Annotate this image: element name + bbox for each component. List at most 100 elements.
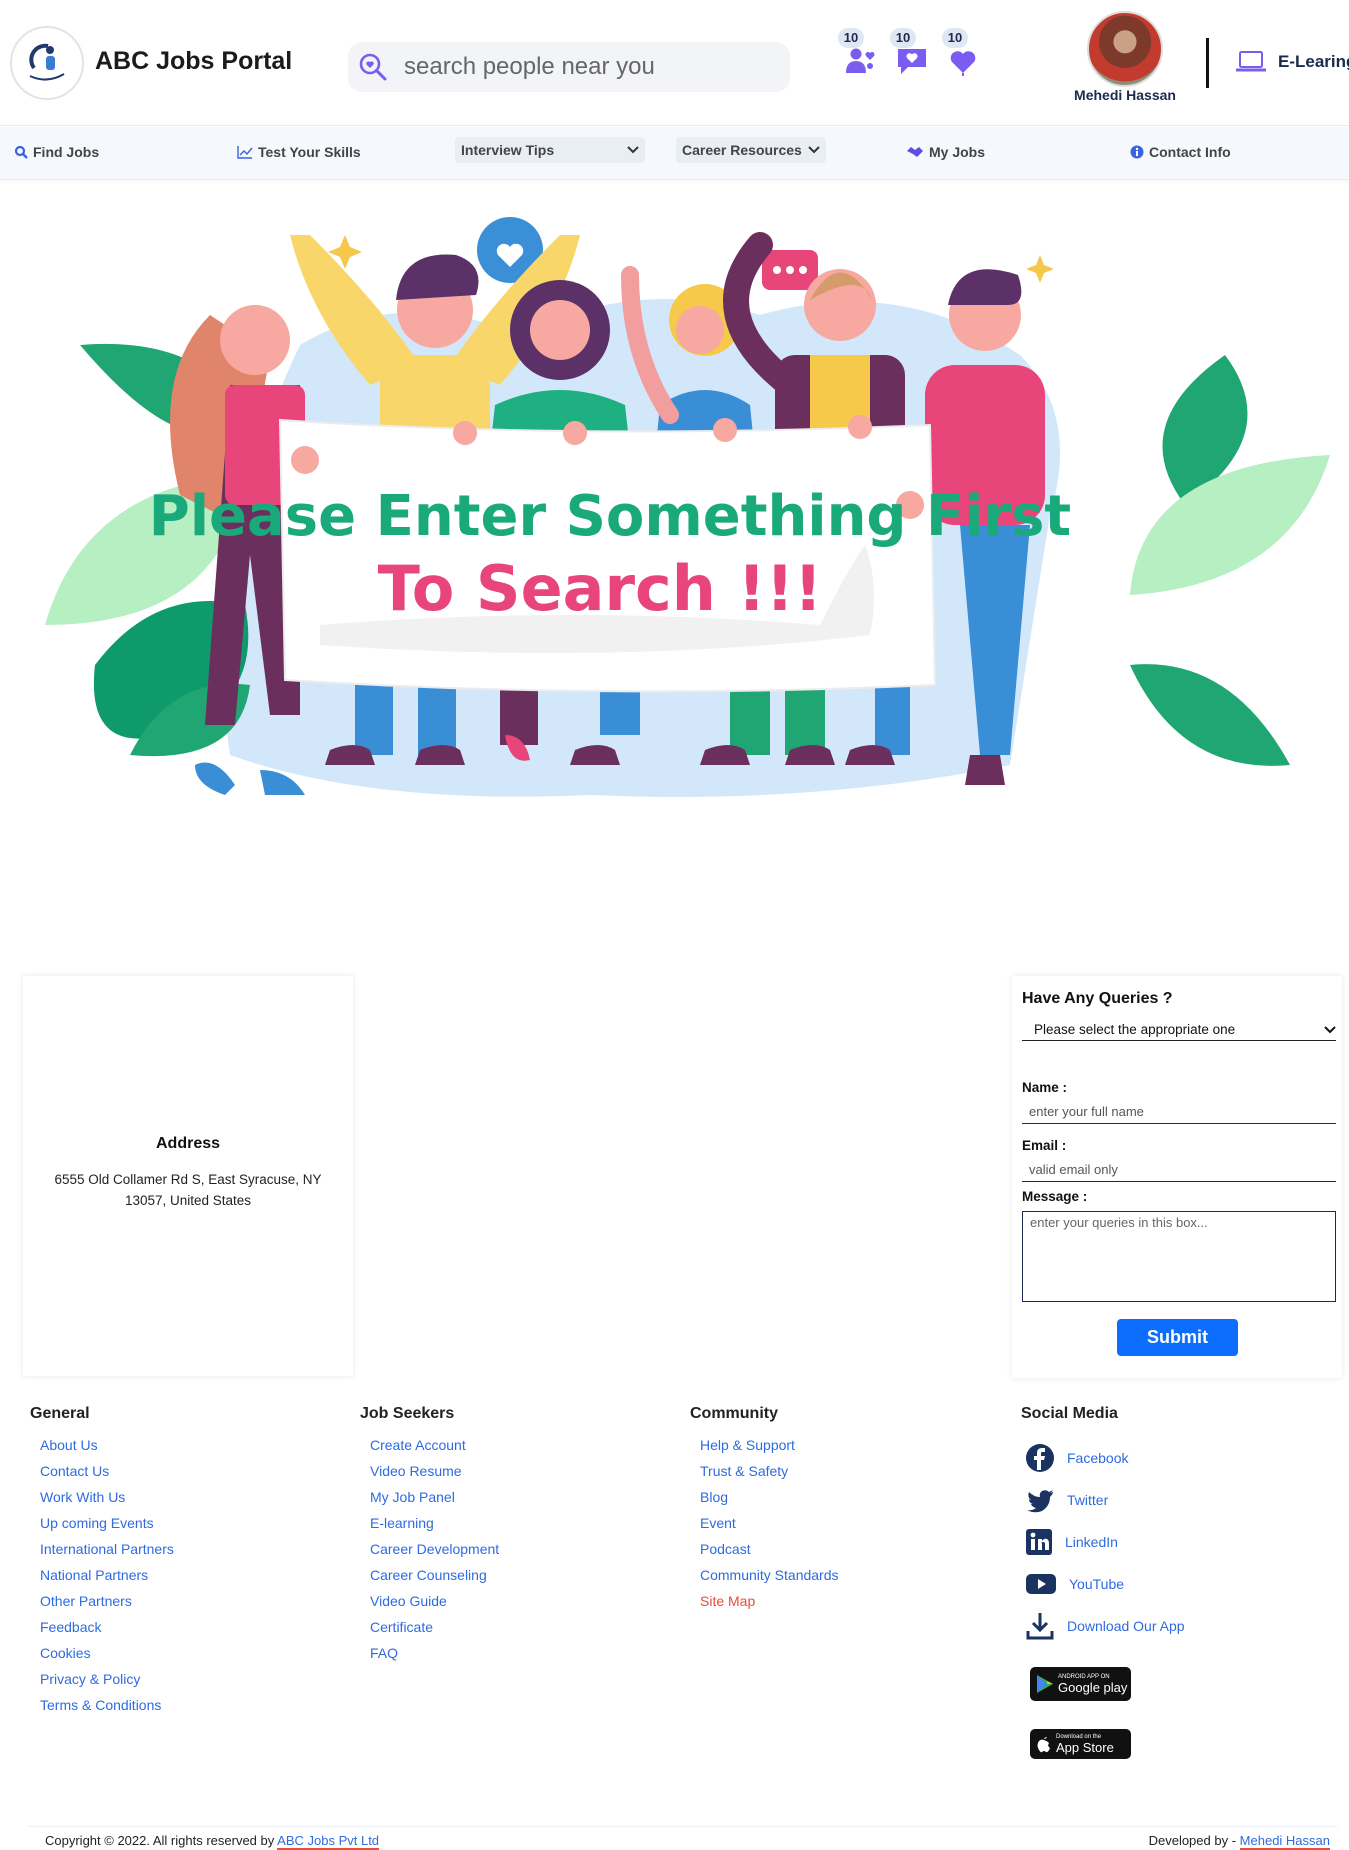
nav-label: Interview Tips: [461, 142, 555, 158]
hero-message-line1: Please Enter Something First: [149, 484, 1071, 549]
name-label: Name :: [1022, 1080, 1068, 1095]
footer-link[interactable]: Event: [700, 1515, 839, 1541]
nav-my-jobs[interactable]: My Jobs: [906, 144, 985, 160]
social-link-facebook[interactable]: Facebook: [1025, 1437, 1185, 1479]
laptop-icon: [1236, 51, 1266, 72]
select-value: Please select the appropriate one: [1034, 1022, 1236, 1037]
social-link-linkedin[interactable]: LinkedIn: [1025, 1521, 1185, 1563]
user-avatar[interactable]: [1087, 11, 1163, 87]
nav-label: Contact Info: [1149, 144, 1231, 160]
nav-test-skills[interactable]: Test Your Skills: [237, 144, 361, 160]
address-text: 6555 Old Collamer Rd S, East Syracuse, N…: [54, 1172, 322, 1208]
query-type-select[interactable]: Please select the appropriate one: [1022, 1019, 1336, 1041]
footer-link[interactable]: National Partners: [40, 1567, 174, 1593]
messages-notification[interactable]: 10: [890, 28, 930, 80]
social-link-twitter[interactable]: Twitter: [1025, 1479, 1185, 1521]
nav-find-jobs[interactable]: Find Jobs: [14, 144, 99, 160]
chevron-down-icon: [627, 146, 639, 154]
footer-link[interactable]: Up coming Events: [40, 1515, 174, 1541]
download-app-link[interactable]: Download Our App: [1025, 1605, 1185, 1647]
footer-general: General About Us Contact Us Work With Us…: [30, 1405, 174, 1723]
linkedin-icon: [1026, 1529, 1052, 1555]
chart-line-icon: [237, 146, 253, 159]
brand-logo[interactable]: [10, 26, 84, 100]
youtube-icon: [1026, 1574, 1056, 1594]
footer-heading: Community: [690, 1405, 778, 1422]
footer-heading: Social Media: [1021, 1405, 1118, 1422]
message-field[interactable]: [1022, 1211, 1336, 1302]
footer-link[interactable]: Work With Us: [40, 1489, 174, 1515]
company-link[interactable]: ABC Jobs Pvt Ltd: [277, 1833, 380, 1850]
copyright-label: Copyright © 2022. All rights reserved by: [45, 1833, 275, 1848]
notification-count: 10: [890, 28, 916, 48]
user-name[interactable]: Mehedi Hassan: [1060, 87, 1190, 103]
social-label: LinkedIn: [1065, 1534, 1118, 1550]
social-link-youtube[interactable]: YouTube: [1025, 1563, 1185, 1605]
google-play-icon: [1037, 1675, 1053, 1693]
friend-requests-notification[interactable]: 10: [838, 28, 878, 80]
footer-link[interactable]: Privacy & Policy: [40, 1671, 174, 1697]
footer-link[interactable]: Cookies: [40, 1645, 174, 1671]
download-icon: [1026, 1613, 1054, 1640]
footer-link[interactable]: E-learning: [370, 1515, 499, 1541]
footer-link[interactable]: About Us: [40, 1437, 174, 1463]
nav-label: Test Your Skills: [258, 144, 361, 160]
footer-heading: General: [30, 1405, 90, 1422]
app-store-badge[interactable]: Download on the App Store: [1030, 1729, 1131, 1759]
footer-link[interactable]: Certificate: [370, 1619, 499, 1645]
footer-link[interactable]: Other Partners: [40, 1593, 174, 1619]
hero-message-line2: To Search !!!: [378, 552, 823, 625]
footer-link[interactable]: Career Development: [370, 1541, 499, 1567]
name-field[interactable]: [1022, 1100, 1336, 1124]
email-field[interactable]: [1022, 1158, 1336, 1182]
google-play-badge[interactable]: ANDROID APP ON Google play: [1030, 1667, 1131, 1701]
search-input[interactable]: [404, 53, 764, 81]
footer-link[interactable]: Feedback: [40, 1619, 174, 1645]
twitter-icon: [1027, 1490, 1053, 1513]
footer-link[interactable]: Trust & Safety: [700, 1463, 839, 1489]
people-heart-icon: [846, 48, 875, 73]
footer-social-media: Social Media Facebook Twitter LinkedIn Y…: [1021, 1405, 1185, 1647]
header-divider: [1206, 38, 1209, 88]
address-title: Address: [155, 1135, 221, 1152]
email-label: Email :: [1022, 1138, 1067, 1153]
footer-link[interactable]: Community Standards: [700, 1567, 839, 1593]
footer-link[interactable]: Contact Us: [40, 1463, 174, 1489]
developer-link[interactable]: Mehedi Hassan: [1239, 1833, 1330, 1850]
footer-link[interactable]: Podcast: [700, 1541, 839, 1567]
footer-link[interactable]: Help & Support: [700, 1437, 839, 1463]
main-nav: Find Jobs Test Your Skills Interview Tip…: [0, 127, 1349, 180]
logo-mark-icon: [17, 33, 77, 93]
footer-link[interactable]: Create Account: [370, 1437, 499, 1463]
badge-big-text: App Store: [1056, 1739, 1114, 1755]
heart-icon: [950, 51, 976, 76]
nav-contact-info[interactable]: Contact Info: [1130, 144, 1231, 160]
search-bar: [348, 42, 790, 92]
footer-link[interactable]: International Partners: [40, 1541, 174, 1567]
likes-notification[interactable]: 10: [942, 28, 982, 80]
footer-link[interactable]: Video Guide: [370, 1593, 499, 1619]
nav-label: Career Resources: [682, 142, 802, 158]
developer-credit: Developed by - Mehedi Hassan: [1148, 1833, 1330, 1850]
footer-link[interactable]: My Job Panel: [370, 1489, 499, 1515]
submit-button[interactable]: Submit: [1117, 1319, 1238, 1356]
chevron-down-icon: [1324, 1025, 1336, 1033]
footer-link[interactable]: Video Resume: [370, 1463, 499, 1489]
footer-link[interactable]: Career Counseling: [370, 1567, 499, 1593]
apple-icon: [1037, 1737, 1050, 1753]
footer-link[interactable]: Blog: [700, 1489, 839, 1515]
footer-heading: Job Seekers: [360, 1405, 455, 1422]
elearning-link[interactable]: E-Learing: [1236, 50, 1349, 74]
brand-name[interactable]: ABC Jobs Portal: [95, 47, 292, 76]
footer-link[interactable]: FAQ: [370, 1645, 499, 1671]
footer-link-site-map[interactable]: Site Map: [700, 1593, 839, 1619]
nav-interview-tips-dropdown[interactable]: Interview Tips: [455, 137, 645, 163]
footer-link[interactable]: Terms & Conditions: [40, 1697, 174, 1723]
handshake-icon: [907, 147, 923, 157]
search-icon[interactable]: [356, 50, 390, 84]
nav-career-resources-dropdown[interactable]: Career Resources: [676, 137, 826, 163]
query-title: Have Any Queries ?: [1022, 990, 1173, 1007]
footer-job-seekers: Job Seekers Create Account Video Resume …: [360, 1405, 499, 1671]
developed-by-label: Developed by -: [1148, 1833, 1237, 1848]
nav-label: My Jobs: [929, 144, 986, 160]
